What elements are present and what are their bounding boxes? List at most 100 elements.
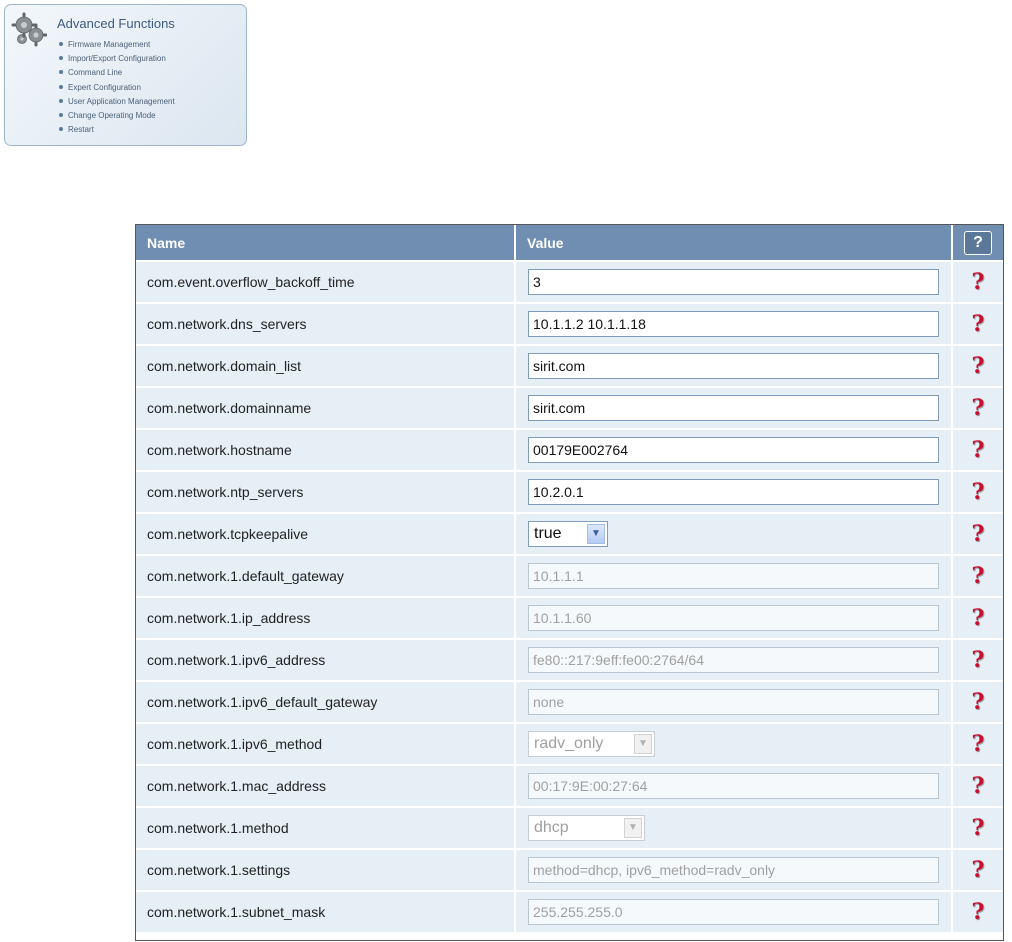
table-row: com.network.domainname? xyxy=(136,388,1003,430)
gears-icon xyxy=(11,12,47,47)
help-cell: ? xyxy=(953,640,1003,682)
setting-value-cell xyxy=(516,346,953,388)
link-expert-configuration[interactable]: Expert Configuration xyxy=(59,81,175,95)
link-firmware-management[interactable]: Firmware Management xyxy=(59,38,175,52)
help-cell: ? xyxy=(953,514,1003,556)
setting-name: com.network.1.ipv6_default_gateway xyxy=(136,682,516,724)
help-icon[interactable]: ? xyxy=(972,271,985,293)
help-icon[interactable]: ? xyxy=(972,439,985,461)
column-header-help[interactable]: ? xyxy=(953,225,1003,262)
link-command-line[interactable]: Command Line xyxy=(59,66,175,80)
advanced-functions-list: Firmware Management Import/Export Config… xyxy=(59,38,175,137)
com-network-ntp-servers-input[interactable] xyxy=(528,479,939,505)
setting-name: com.network.ntp_servers xyxy=(136,472,516,514)
setting-name: com.network.dns_servers xyxy=(136,304,516,346)
bullet-icon xyxy=(59,56,63,61)
help-cell: ? xyxy=(953,892,1003,934)
table-row: com.network.1.ipv6_method radv_only ▼? xyxy=(136,724,1003,766)
com-network-1-ipv6-method-select: radv_only ▼ xyxy=(528,731,655,757)
setting-value-cell: radv_only ▼ xyxy=(516,724,953,766)
select-value: true xyxy=(534,525,562,542)
help-icon[interactable]: ? xyxy=(972,817,985,839)
help-cell: ? xyxy=(953,766,1003,808)
bullet-icon xyxy=(59,84,63,89)
link-user-application-management[interactable]: User Application Management xyxy=(59,95,175,109)
com-network-1-subnet-mask-input xyxy=(528,899,939,925)
bullet-icon xyxy=(59,112,63,117)
setting-name: com.network.domainname xyxy=(136,388,516,430)
setting-value-cell xyxy=(516,388,953,430)
help-cell: ? xyxy=(953,262,1003,304)
setting-value-cell xyxy=(516,640,953,682)
com-event-overflow-backoff-time-input[interactable] xyxy=(528,269,939,295)
select-value: radv_only xyxy=(534,735,604,752)
help-cell: ? xyxy=(953,388,1003,430)
table-row: com.network.1.settings? xyxy=(136,850,1003,892)
com-network-1-ip-address-input xyxy=(528,605,939,631)
chevron-down-icon: ▼ xyxy=(634,734,652,754)
chevron-down-icon[interactable]: ▼ xyxy=(587,524,605,544)
setting-value-cell: true ▼ xyxy=(516,514,953,556)
com-network-domain-list-input[interactable] xyxy=(528,353,939,379)
setting-name: com.event.overflow_backoff_time xyxy=(136,262,516,304)
help-cell: ? xyxy=(953,808,1003,850)
setting-value-cell xyxy=(516,430,953,472)
com-network-hostname-input[interactable] xyxy=(528,437,939,463)
com-network-1-settings-input xyxy=(528,857,939,883)
help-icon[interactable]: ? xyxy=(972,901,985,923)
help-cell: ? xyxy=(953,346,1003,388)
help-icon[interactable]: ? xyxy=(972,523,985,545)
help-cell: ? xyxy=(953,598,1003,640)
table-row: com.network.hostname? xyxy=(136,430,1003,472)
advanced-functions-title: Advanced Functions xyxy=(57,16,175,31)
setting-value-cell xyxy=(516,556,953,598)
help-icon[interactable]: ? xyxy=(972,691,985,713)
link-restart[interactable]: Restart xyxy=(59,123,175,137)
setting-name: com.network.1.ipv6_method xyxy=(136,724,516,766)
link-change-operating-mode[interactable]: Change Operating Mode xyxy=(59,109,175,123)
setting-name: com.network.1.ipv6_address xyxy=(136,640,516,682)
setting-value-cell xyxy=(516,892,953,934)
setting-value-cell xyxy=(516,766,953,808)
com-network-dns-servers-input[interactable] xyxy=(528,311,939,337)
help-cell: ? xyxy=(953,724,1003,766)
setting-name: com.network.1.ip_address xyxy=(136,598,516,640)
help-icon[interactable]: ? xyxy=(972,397,985,419)
column-header-name: Name xyxy=(136,225,516,262)
table-row: com.network.1.ip_address? xyxy=(136,598,1003,640)
setting-value-cell xyxy=(516,598,953,640)
table-row: com.network.1.default_gateway? xyxy=(136,556,1003,598)
help-icon[interactable]: ? xyxy=(972,859,985,881)
table-row: com.network.1.ipv6_address? xyxy=(136,640,1003,682)
help-cell: ? xyxy=(953,556,1003,598)
setting-name: com.network.1.settings xyxy=(136,850,516,892)
column-header-value: Value xyxy=(516,225,953,262)
help-icon[interactable]: ? xyxy=(972,775,985,797)
setting-name: com.network.1.default_gateway xyxy=(136,556,516,598)
help-cell: ? xyxy=(953,430,1003,472)
com-network-domainname-input[interactable] xyxy=(528,395,939,421)
config-table-header: Name Value ? xyxy=(136,225,1003,262)
setting-name: com.network.1.subnet_mask xyxy=(136,892,516,934)
help-icon[interactable]: ? xyxy=(972,313,985,335)
config-table-body: com.event.overflow_backoff_time?com.netw… xyxy=(136,262,1003,934)
link-import-export-configuration[interactable]: Import/Export Configuration xyxy=(59,52,175,66)
select-value: dhcp xyxy=(534,819,569,836)
com-network-1-default-gateway-input xyxy=(528,563,939,589)
com-network-1-mac-address-input xyxy=(528,773,939,799)
help-icon[interactable]: ? xyxy=(972,733,985,755)
table-row: com.event.overflow_backoff_time? xyxy=(136,262,1003,304)
com-network-tcpkeepalive-select[interactable]: true ▼ xyxy=(528,521,608,547)
help-cell: ? xyxy=(953,304,1003,346)
setting-name: com.network.tcpkeepalive xyxy=(136,514,516,556)
setting-name: com.network.hostname xyxy=(136,430,516,472)
com-network-1-ipv6-address-input xyxy=(528,647,939,673)
help-header-icon[interactable]: ? xyxy=(964,230,992,255)
help-icon[interactable]: ? xyxy=(972,481,985,503)
help-icon[interactable]: ? xyxy=(972,565,985,587)
table-row: com.network.dns_servers? xyxy=(136,304,1003,346)
bullet-icon xyxy=(59,41,63,46)
help-icon[interactable]: ? xyxy=(972,649,985,671)
help-icon[interactable]: ? xyxy=(972,355,985,377)
help-icon[interactable]: ? xyxy=(972,607,985,629)
